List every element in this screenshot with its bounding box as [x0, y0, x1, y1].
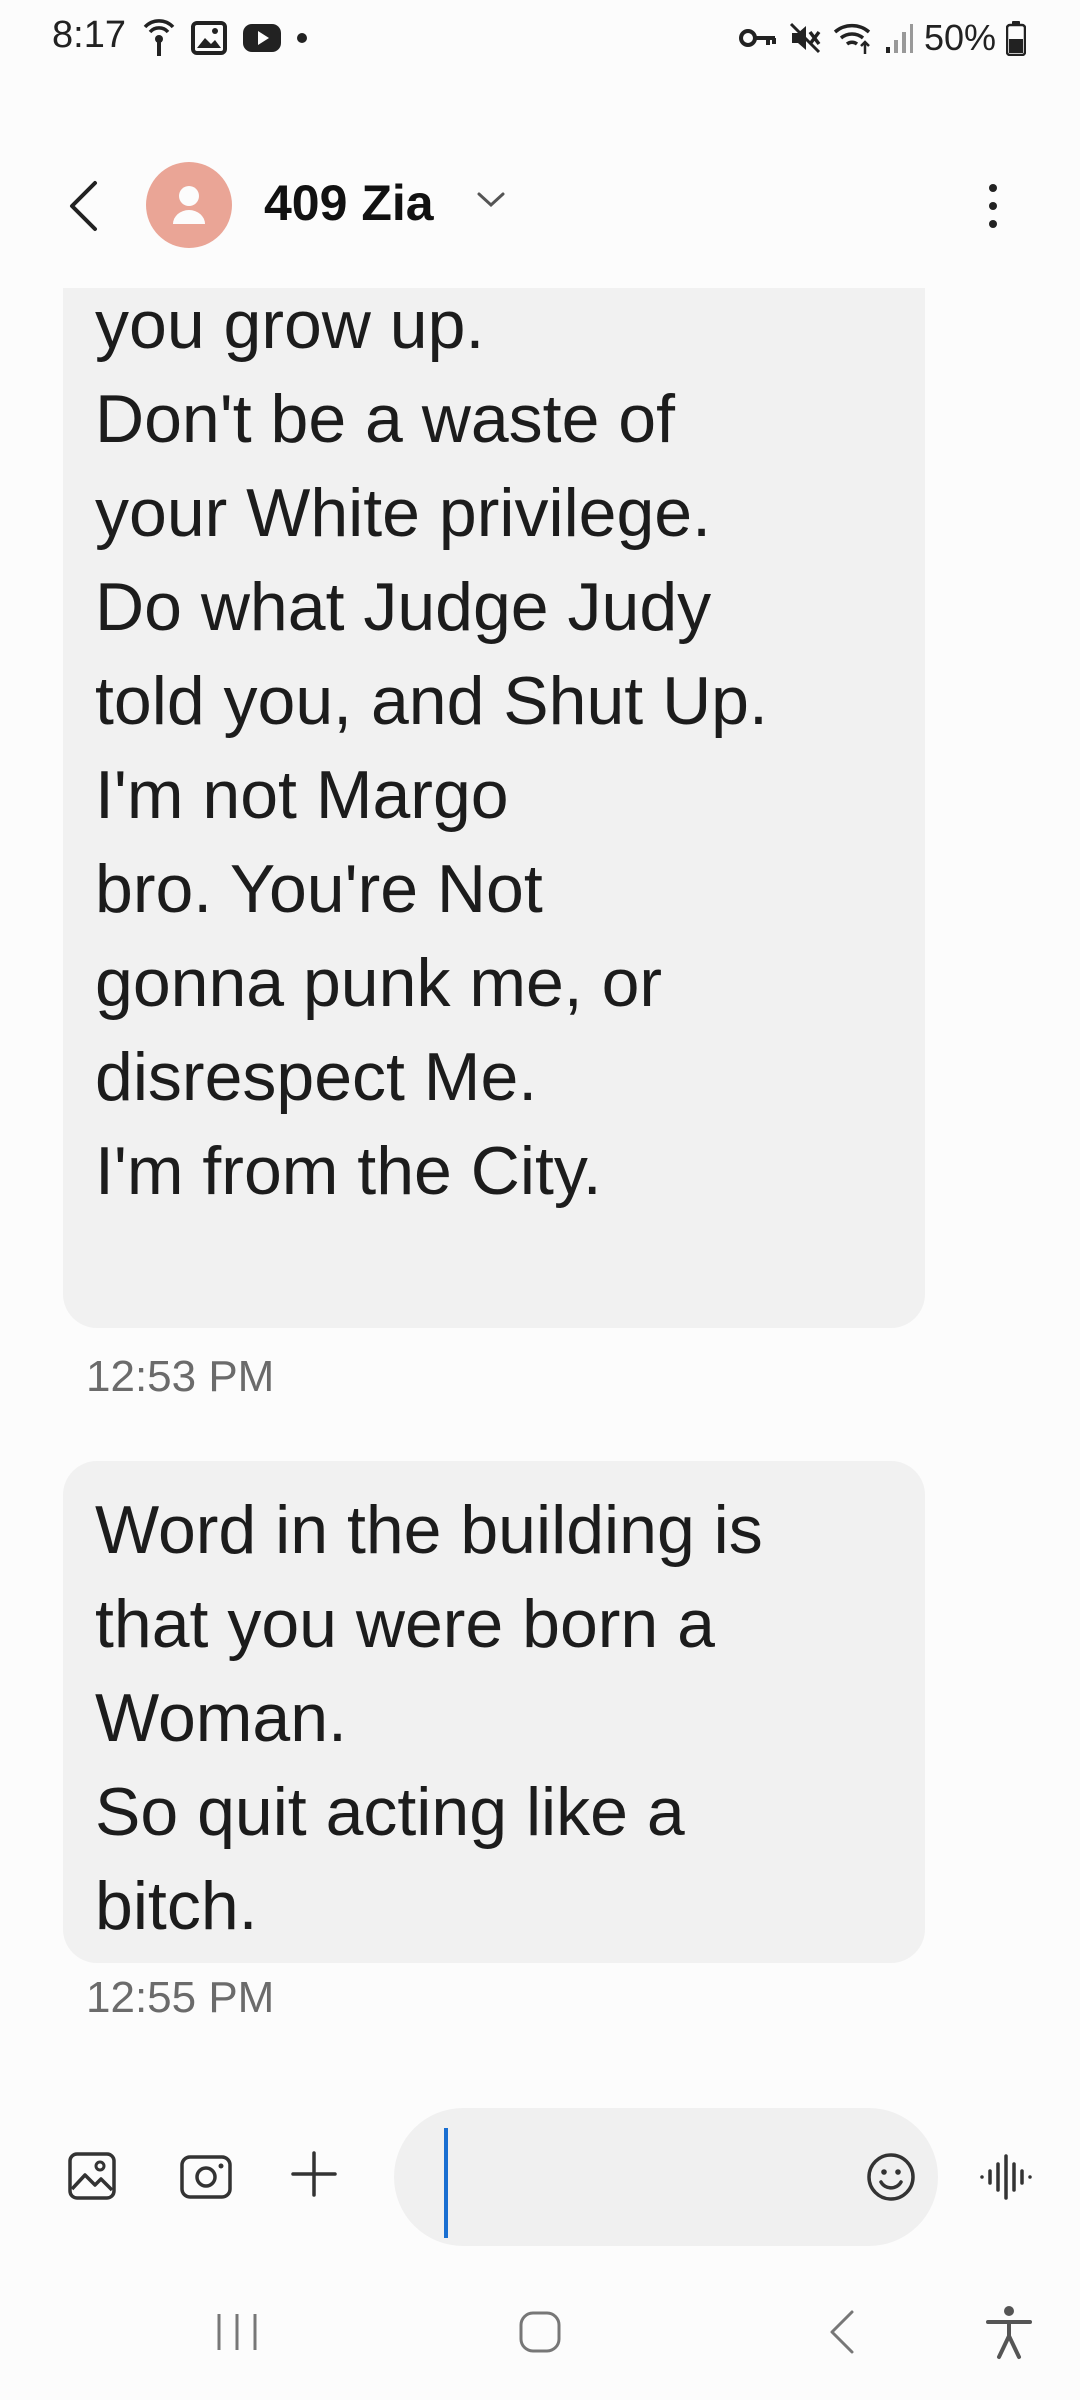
home-icon: [519, 2311, 561, 2353]
chevron-down-icon[interactable]: [476, 190, 506, 215]
signal-icon: [884, 21, 914, 55]
more-dot: [989, 202, 997, 210]
status-system-icons: 50%: [738, 16, 1026, 60]
dot-icon: [296, 32, 308, 44]
status-time: 8:17: [52, 14, 126, 56]
back-button[interactable]: [58, 178, 108, 234]
voice-record-button[interactable]: [978, 2150, 1034, 2204]
back-arrow-icon: [70, 181, 97, 231]
received-message-bubble[interactable]: Word in the building is that you were bo…: [63, 1461, 925, 1963]
wifi-icon: [832, 20, 874, 56]
battery-percentage: 50%: [923, 17, 996, 58]
conversation-header: 409 Zia: [0, 150, 1080, 260]
youtube-icon: [242, 22, 282, 54]
image-notification-icon: [190, 20, 228, 56]
nav-back-button[interactable]: [826, 2308, 858, 2356]
home-button[interactable]: [518, 2310, 562, 2354]
emoji-button[interactable]: [864, 2150, 918, 2204]
message-input[interactable]: [394, 2108, 938, 2246]
gallery-icon: [68, 2152, 116, 2200]
more-dot: [989, 220, 997, 228]
person-icon: [173, 186, 205, 224]
plus-icon: [291, 2151, 337, 2197]
vpn-key-icon: [738, 26, 778, 50]
emoji-icon: [867, 2153, 915, 2201]
camera-button[interactable]: [178, 2150, 234, 2202]
more-dot: [989, 184, 997, 192]
system-navigation-bar: [0, 2280, 1080, 2400]
message-timestamp: 12:55 PM: [86, 1973, 275, 2022]
battery-icon: [1006, 20, 1026, 56]
add-attachment-button[interactable]: [288, 2148, 340, 2200]
message-composer: [0, 2100, 1080, 2246]
camera-icon: [180, 2155, 232, 2199]
received-message-bubble[interactable]: you grow up. Don't be a waste of your Wh…: [63, 288, 925, 1328]
message-text: Word in the building is that you were bo…: [95, 1492, 763, 1944]
contact-avatar[interactable]: [146, 162, 232, 248]
gallery-button[interactable]: [66, 2150, 118, 2202]
more-options-button[interactable]: [976, 178, 1010, 234]
recents-button[interactable]: [214, 2310, 260, 2354]
back-icon: [830, 2310, 854, 2354]
message-text: you grow up. Don't be a waste of your Wh…: [95, 288, 768, 1209]
text-cursor: [444, 2128, 448, 2238]
message-list[interactable]: you grow up. Don't be a waste of your Wh…: [0, 288, 1080, 2068]
contact-name[interactable]: 409 Zia: [264, 174, 434, 232]
recents-icon: [217, 2314, 257, 2350]
waveform-icon: [980, 2154, 1032, 2200]
status-bar: 8:17 50%: [0, 0, 1080, 80]
message-timestamp: 12:53 PM: [86, 1352, 275, 1401]
mute-icon: [788, 21, 822, 55]
status-notification-icons: [142, 16, 308, 60]
accessibility-icon: [986, 2306, 1032, 2359]
hotspot-icon: [142, 18, 176, 58]
accessibility-button[interactable]: [984, 2304, 1034, 2360]
